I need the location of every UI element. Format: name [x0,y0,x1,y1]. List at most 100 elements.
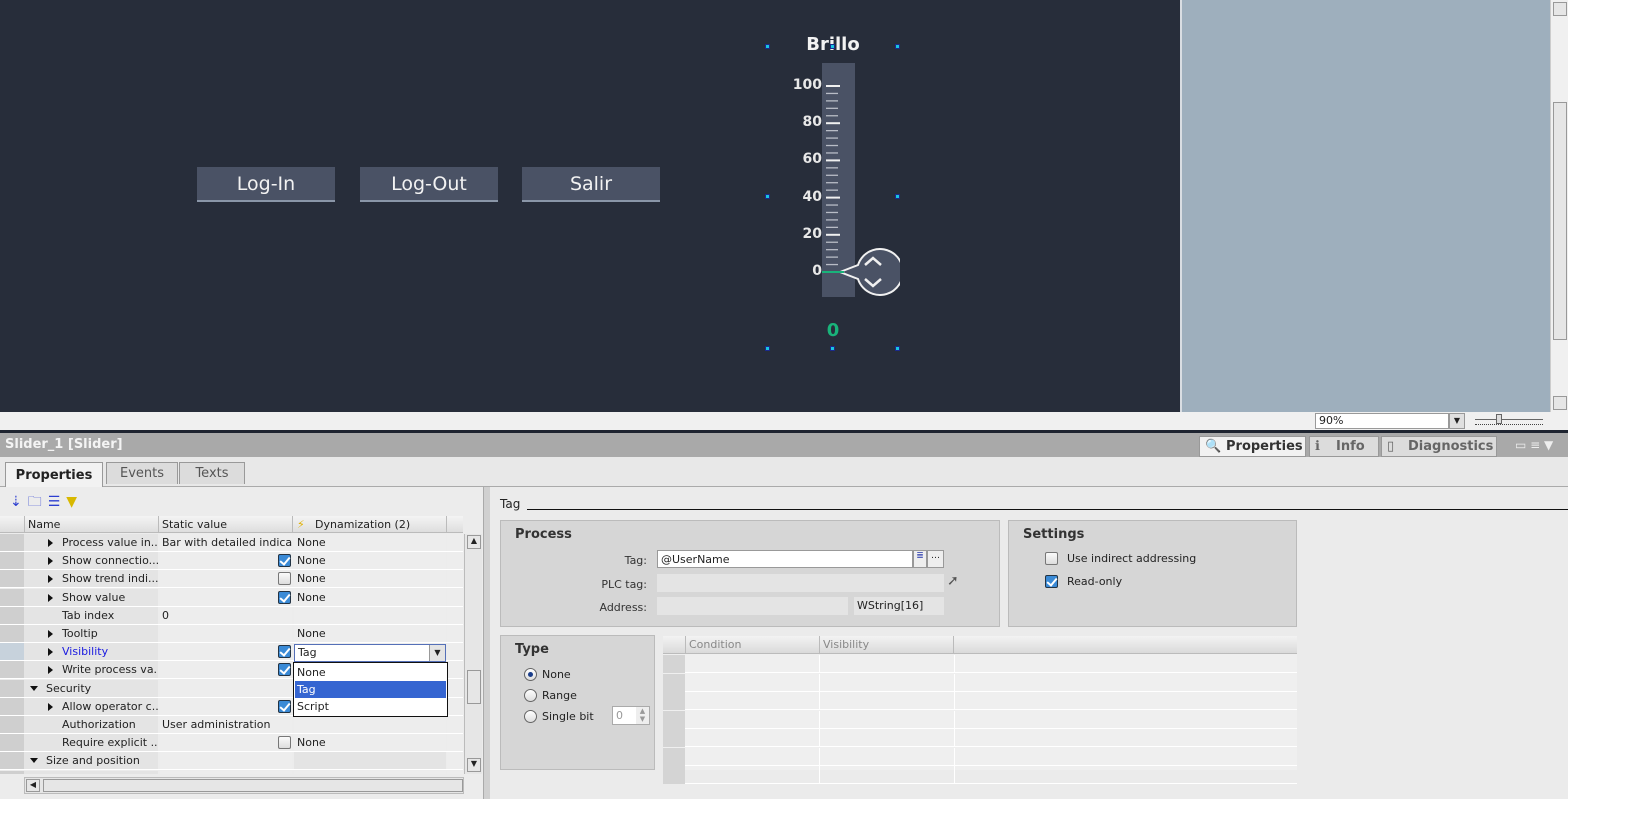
property-row[interactable]: Height 250 None [0,770,463,774]
resize-handle[interactable] [765,44,770,49]
scroll-down-button[interactable]: ▼ [467,758,481,772]
resize-handle[interactable] [765,346,770,351]
expand-arrow-icon[interactable] [48,593,53,602]
inspector-header: Slider_1 [Slider] 🔍 Properties ℹ Info ▯ Dia… [0,433,1568,457]
tag-input[interactable]: @UserName [657,550,913,568]
scroll-thumb[interactable] [1553,102,1567,340]
resize-handle[interactable] [895,194,900,199]
bit-stepper[interactable]: 0 ▲ ▼ [612,706,650,725]
panel-splitter[interactable] [483,487,490,799]
property-row[interactable]: Authorization User administration [0,716,463,734]
condition-row[interactable] [663,692,1297,710]
static-value-checkbox[interactable] [278,554,291,568]
scroll-down-button[interactable] [1553,396,1567,410]
condition-table: Condition Visibility [663,636,1297,784]
radio-single-bit[interactable] [524,710,537,723]
property-row[interactable]: Tab index 0 [0,606,463,625]
static-value-checkbox[interactable] [278,663,291,677]
logout-button[interactable]: Log-Out [360,167,498,202]
window-controls-icon[interactable]: ▭ ≡ ▼ [1515,438,1553,452]
radio-range[interactable] [524,689,537,702]
read-only-checkbox[interactable] [1045,575,1058,588]
condition-row[interactable] [663,766,1297,784]
hmi-screen-canvas[interactable]: Log-In Log-Out Salir Brillo 100 80 60 40… [0,0,1180,412]
login-button[interactable]: Log-In [197,167,335,202]
condition-row[interactable] [663,729,1297,747]
condition-row[interactable] [663,747,1297,766]
filter-icon[interactable]: ▼ [66,494,83,510]
dynamization-select[interactable]: Tag ▼ [294,644,446,662]
resize-handle[interactable] [895,346,900,351]
expand-arrow-icon[interactable] [48,539,53,547]
vertical-scrollbar[interactable] [1550,0,1568,412]
static-value-checkbox[interactable] [278,572,291,586]
tab-info[interactable]: ℹ Info [1309,436,1379,457]
column-name[interactable]: Name [24,516,158,533]
tab-properties-inspector[interactable]: 🔍 Properties [1199,436,1306,457]
column-visibility[interactable]: Visibility [819,636,954,654]
static-value-checkbox[interactable] [278,699,291,713]
column-condition[interactable]: Condition [685,636,819,654]
dropdown-arrow-icon[interactable]: ▼ [429,645,445,661]
tab-events[interactable]: Events [106,462,178,484]
resize-handle[interactable] [830,346,835,351]
property-row[interactable]: Show trend indi... None [0,570,463,589]
dropdown-option-script[interactable]: Script [295,698,446,715]
condition-row[interactable] [663,673,1297,692]
zoom-slider[interactable] [1475,419,1543,420]
scroll-thumb[interactable] [43,779,463,792]
expand-arrow-icon[interactable] [48,557,53,566]
column-dynamization[interactable]: ⚡ Dynamization (2) [292,516,447,533]
exit-button[interactable]: Salir [522,167,660,202]
expand-arrow-icon[interactable] [48,666,53,675]
radio-none[interactable] [524,668,537,681]
condition-row[interactable] [663,710,1297,729]
column-static-value[interactable]: Static value [158,516,292,533]
lightning-icon: ⚡ [297,518,305,531]
stepper-arrows-icon[interactable]: ▲ ▼ [636,707,649,724]
static-value-checkbox[interactable] [278,736,291,750]
property-row[interactable]: Process value in... Bar with detailed in… [0,534,463,552]
tab-properties[interactable]: Properties [5,462,103,487]
dropdown-option-tag[interactable]: Tag [295,681,446,698]
resize-handle[interactable] [830,44,835,49]
list-icon[interactable]: ≣ [913,550,927,568]
collapse-arrow-icon[interactable] [30,758,38,764]
static-value-checkbox[interactable] [278,590,291,604]
property-row[interactable]: Show value None [0,588,463,607]
property-row[interactable]: Size and position [0,752,463,771]
condition-row[interactable] [663,655,1297,673]
folder-icon[interactable]: 🗀 [28,494,48,510]
static-value-checkbox[interactable] [278,645,291,659]
zoom-slider-thumb[interactable] [1496,414,1502,424]
collapse-arrow-icon[interactable] [30,685,38,691]
tab-diagnostics[interactable]: ▯ Diagnostics [1381,436,1497,457]
expand-arrow-icon[interactable] [48,575,53,584]
scale-label: 40 [802,188,822,205]
indirect-addressing-checkbox[interactable] [1045,552,1058,565]
browse-button[interactable]: … [927,550,944,568]
go-to-tag-arrow-icon[interactable]: ➚ [947,573,959,589]
property-vertical-scrollbar[interactable]: ▲ ▼ [464,534,482,774]
scroll-thumb[interactable] [467,670,481,704]
property-row[interactable]: Tooltip None [0,625,463,643]
property-row[interactable]: Require explicit ... None [0,734,463,753]
scroll-up-button[interactable] [1553,2,1567,16]
slider-thumb[interactable] [820,247,900,297]
list-view-icon[interactable]: ☰ [48,494,67,510]
expand-arrow-icon[interactable] [48,648,53,657]
property-row[interactable]: Show connectio... None [0,552,463,571]
expand-arrow-icon[interactable] [48,630,53,638]
tab-texts[interactable]: Texts [179,462,245,484]
expand-arrow-icon[interactable] [48,702,53,711]
property-horizontal-scrollbar[interactable]: ◀ [24,777,464,794]
zoom-dropdown-arrow-icon[interactable]: ▼ [1449,413,1465,429]
scroll-up-button[interactable]: ▲ [467,535,481,549]
zoom-select[interactable]: 90% [1315,413,1449,429]
scroll-left-button[interactable]: ◀ [26,779,40,792]
group-title: Process [515,527,572,542]
dropdown-option-none[interactable]: None [295,664,446,681]
sort-alpha-icon[interactable]: ⇣ [10,494,28,510]
resize-handle[interactable] [765,194,770,199]
resize-handle[interactable] [895,44,900,49]
